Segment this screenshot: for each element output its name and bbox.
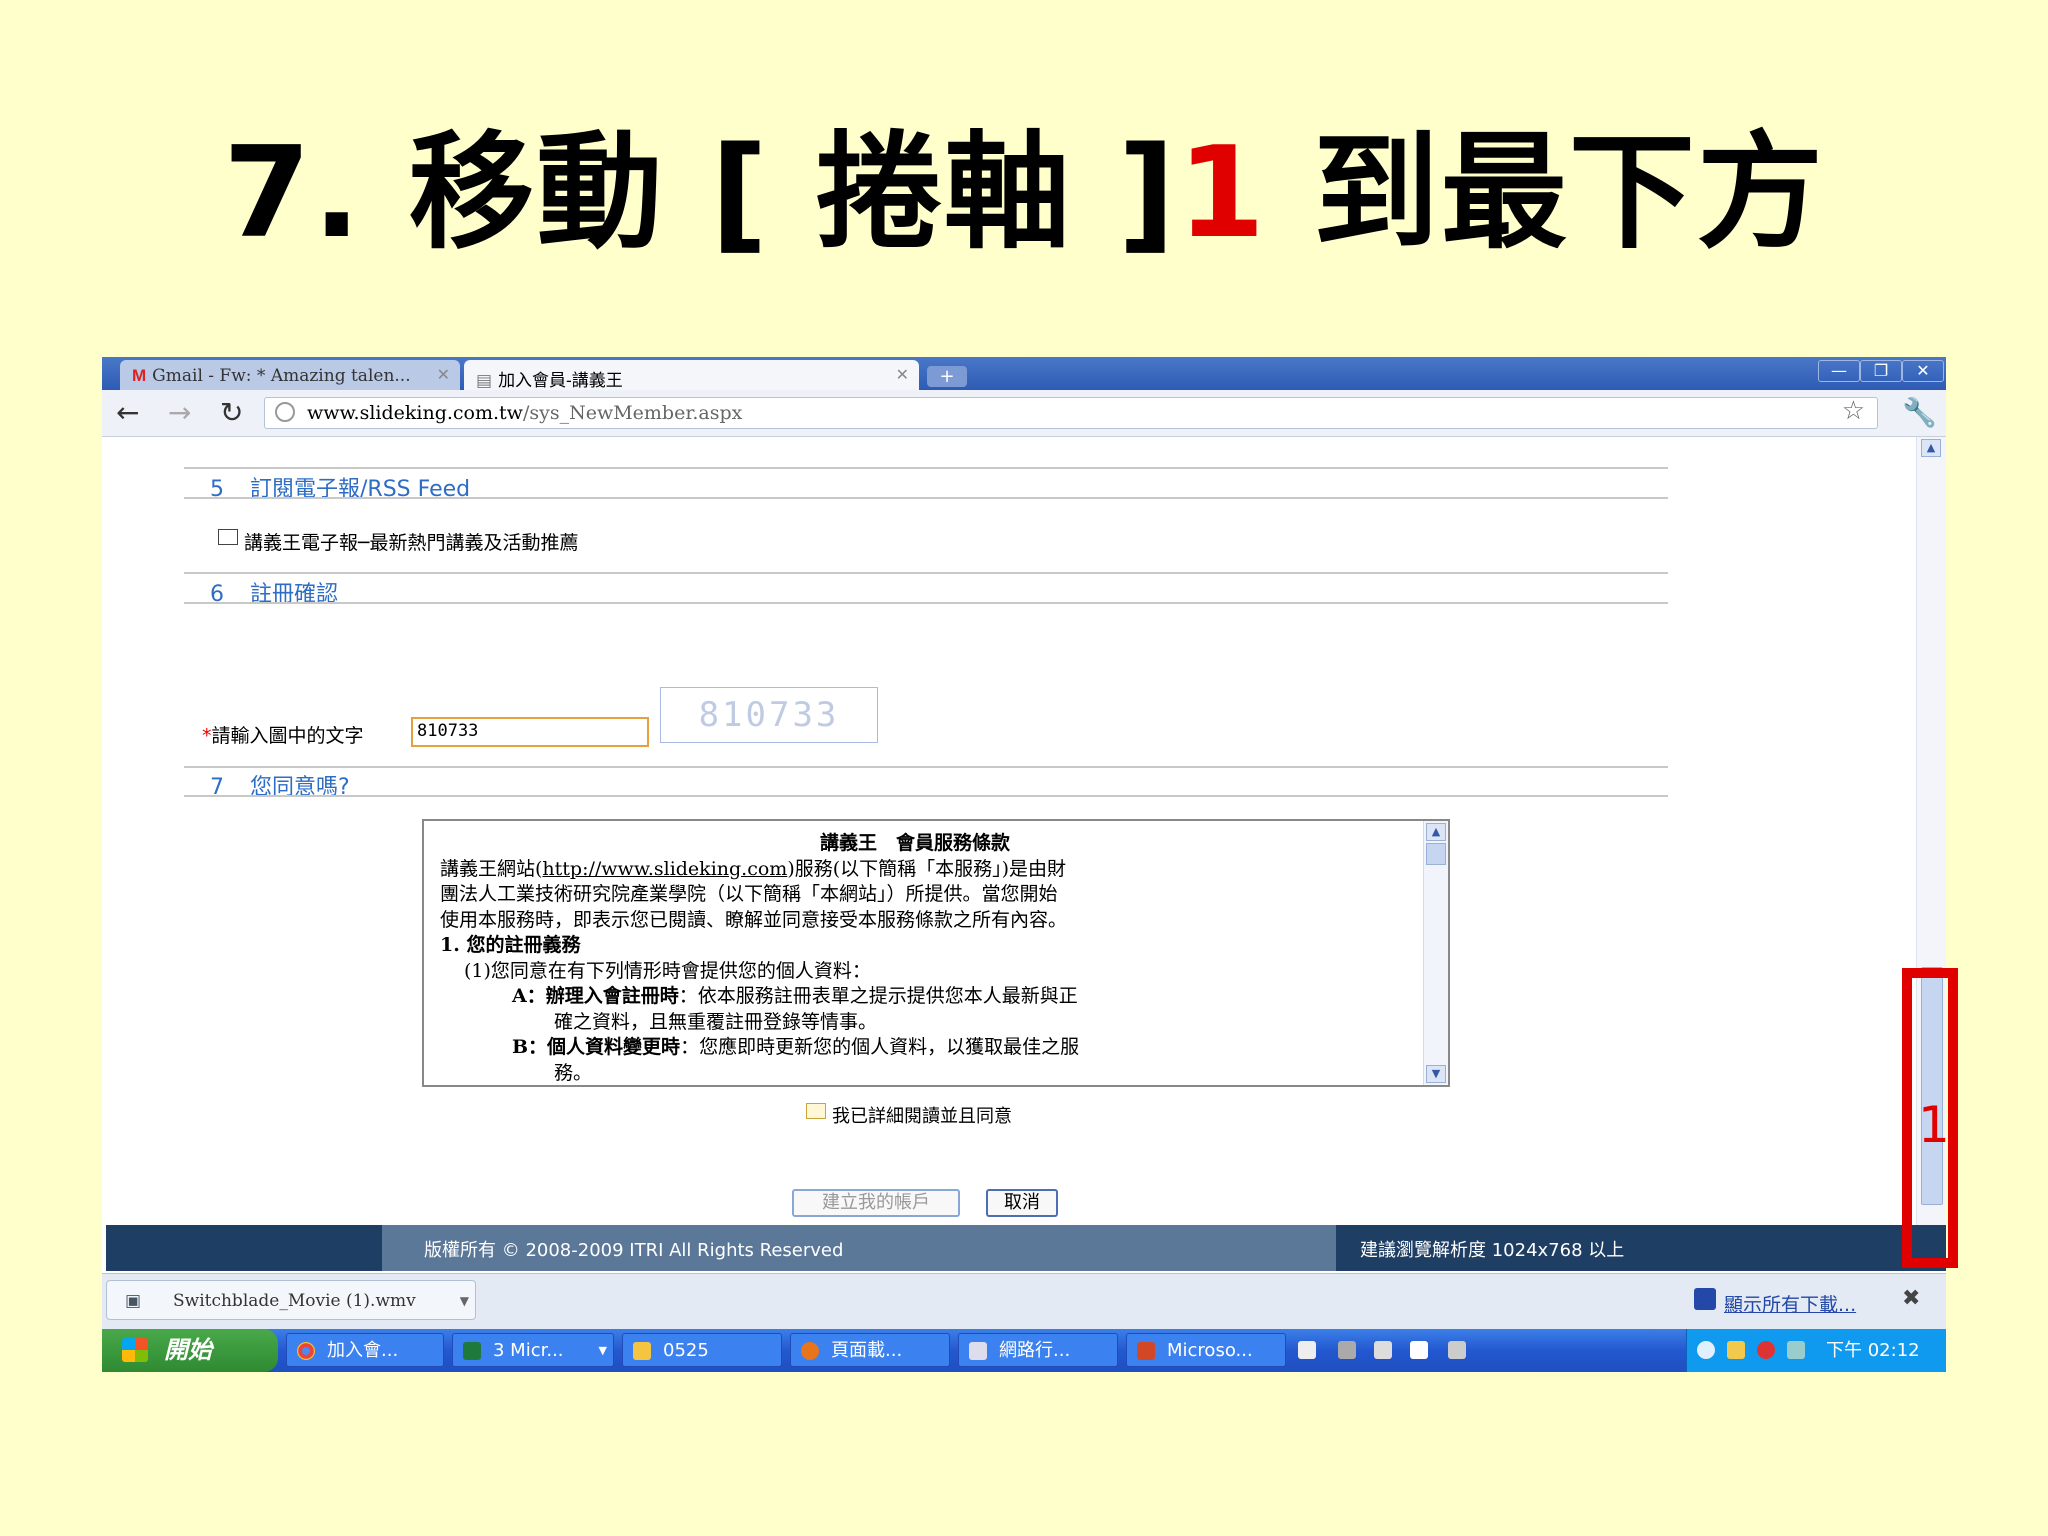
page-icon: ▤ (476, 371, 493, 390)
download-filename: Switchblade_Movie (1).wmv (173, 1291, 416, 1311)
page-footer: 版權所有 © 2008-2009 ITRI All Rights Reserve… (106, 1225, 1946, 1271)
language-icon[interactable] (1448, 1341, 1466, 1359)
captcha-image: 810733 (660, 687, 878, 743)
task-chrome[interactable]: 加入會... (286, 1333, 444, 1367)
forward-arrow-icon[interactable]: → (168, 396, 191, 430)
create-account-button[interactable]: 建立我的帳戶 (792, 1189, 960, 1217)
footer-resolution: 建議瀏覽解析度 1024x768 以上 (1360, 1240, 1625, 1261)
newsletter-checkbox[interactable] (218, 529, 238, 545)
section-divider (184, 467, 1668, 469)
keyboard-icon[interactable] (1298, 1341, 1316, 1359)
section-divider (184, 572, 1668, 574)
task-network[interactable]: 網路行... (958, 1333, 1118, 1367)
download-item[interactable]: ▣ Switchblade_Movie (1).wmv ▼ (106, 1280, 476, 1320)
security-icon[interactable] (1757, 1341, 1775, 1359)
taskbar: 開始 加入會... 3 Micr... ▼ 0525 頁面載... 網路行... … (102, 1329, 1946, 1372)
scroll-up-icon[interactable]: ▲ (1426, 823, 1446, 841)
newsletter-label: 講義王電子報─最新熱門講義及活動推薦 (244, 532, 579, 554)
tab-close-icon[interactable]: ✕ (437, 365, 450, 384)
tab-signup[interactable]: ▤ 加入會員-講義王 ✕ (464, 360, 919, 390)
download-icon (1694, 1288, 1716, 1310)
clock: 下午 02:12 (1826, 1340, 1920, 1361)
browser-screenshot: M Gmail - Fw: * Amazing talen... ✕ ▤ 加入會員-… (102, 357, 1946, 1372)
monitor-icon[interactable] (1374, 1341, 1392, 1359)
close-icon[interactable]: ✖ (1902, 1286, 1920, 1311)
pen-icon[interactable] (1338, 1341, 1356, 1359)
start-button[interactable]: 開始 (102, 1329, 278, 1372)
tab-strip: M Gmail - Fw: * Amazing talen... ✕ ▤ 加入會員-… (102, 357, 1946, 390)
tab-close-icon[interactable]: ✕ (896, 365, 909, 384)
excel-icon (463, 1342, 481, 1360)
show-all-downloads-link[interactable]: 顯示所有下載... (1724, 1290, 1856, 1317)
page-viewport: 5 訂閱電子報/RSS Feed 講義王電子報─最新熱門講義及活動推薦 6 註冊確認… (102, 437, 1916, 1225)
section-divider (184, 795, 1668, 797)
chrome-icon (297, 1342, 315, 1360)
footer-copyright: 版權所有 © 2008-2009 ITRI All Rights Reserve… (424, 1240, 844, 1261)
restore-button[interactable]: ❐ (1860, 360, 1902, 382)
window-icon (969, 1342, 987, 1360)
tab-signup-label: 加入會員-講義王 (498, 371, 623, 390)
section-divider (184, 602, 1668, 604)
task-folder[interactable]: 0525 (622, 1333, 782, 1367)
network-icon[interactable] (1727, 1341, 1745, 1359)
slide-title: 7. 移動 [ 捲軸 ]1 到最下方 (0, 118, 2048, 268)
title-prefix: 7. 移動 [ 捲軸 ] (223, 119, 1178, 266)
terms-scrollbar[interactable]: ▲ ▼ (1423, 821, 1448, 1085)
address-bar[interactable]: www.slideking.com.tw/sys_NewMember.aspx … (264, 396, 1878, 429)
gmail-icon: M (132, 366, 147, 385)
downloads-bar: ▣ Switchblade_Movie (1).wmv ▼ 顯示所有下載... … (102, 1273, 1946, 1330)
tab-gmail-label: Gmail - Fw: * Amazing talen... (152, 366, 411, 386)
wrench-icon[interactable]: 🔧 (1902, 396, 1937, 429)
terms-text: 講義王 會員服務條款 講義王網站(http://www.slideking.co… (440, 831, 1390, 1085)
close-window-button[interactable]: ✕ (1902, 360, 1944, 382)
scroll-down-icon[interactable]: ▼ (1426, 1065, 1446, 1083)
video-file-icon: ▣ (125, 1291, 142, 1311)
folder-icon (633, 1342, 651, 1360)
agree-label: 我已詳細閱讀並且同意 (832, 1106, 1012, 1127)
minimize-button[interactable]: — (1818, 360, 1860, 382)
url-host: www.slideking.com.tw (307, 402, 523, 424)
url-path: /sys_NewMember.aspx (522, 402, 743, 424)
task-excel[interactable]: 3 Micr... ▼ (452, 1333, 614, 1367)
section-divider (184, 766, 1668, 768)
browser-toolbar: ← → ↻ www.slideking.com.tw/sys_NewMember… (102, 390, 1946, 437)
title-suffix: 到最下方 (1266, 119, 1825, 266)
terms-link[interactable]: http://www.slideking.com (542, 858, 787, 880)
terms-scroll-thumb[interactable] (1426, 843, 1446, 865)
tab-gmail[interactable]: M Gmail - Fw: * Amazing talen... ✕ (120, 360, 460, 390)
start-label: 開始 (164, 1336, 212, 1364)
terms-textbox[interactable]: 講義王 會員服務條款 講義王網站(http://www.slideking.co… (422, 819, 1450, 1087)
chevron-down-icon[interactable]: ▼ (460, 1281, 469, 1321)
windows-logo-icon (122, 1338, 148, 1362)
page-scroll-up-icon[interactable]: ▲ (1921, 439, 1941, 457)
reload-icon[interactable]: ↻ (220, 396, 243, 430)
help-icon[interactable] (1410, 1341, 1428, 1359)
section-divider (184, 497, 1668, 499)
expand-tray-icon[interactable] (1697, 1341, 1715, 1359)
new-tab-button[interactable]: + (927, 366, 967, 387)
captcha-input[interactable]: 810733 (411, 717, 649, 747)
firefox-icon (801, 1342, 819, 1360)
title-number: 1 (1177, 119, 1267, 266)
globe-icon (275, 402, 295, 422)
agree-checkbox[interactable] (806, 1103, 826, 1119)
bookmark-star-icon[interactable]: ☆ (1842, 396, 1865, 426)
annotation-number: 1 (1918, 1096, 1950, 1154)
chevron-down-icon: ▼ (598, 1344, 607, 1357)
powerpoint-icon (1137, 1342, 1155, 1360)
task-powerpoint[interactable]: Microso... (1126, 1333, 1286, 1367)
cancel-button[interactable]: 取消 (986, 1189, 1058, 1217)
back-arrow-icon[interactable]: ← (116, 396, 139, 430)
terms-title: 講義王 會員服務條款 (819, 832, 1010, 854)
captcha-label: *請輸入圖中的文字 (202, 725, 364, 747)
task-firefox[interactable]: 頁面載... (790, 1333, 950, 1367)
messenger-icon[interactable] (1787, 1341, 1805, 1359)
